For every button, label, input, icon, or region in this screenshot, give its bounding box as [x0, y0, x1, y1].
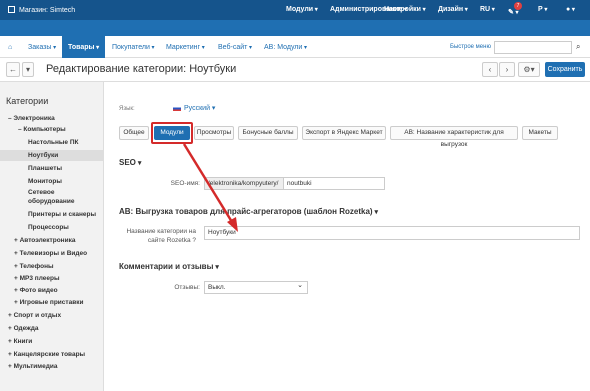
- sidebar-item-stationery[interactable]: + Канцелярские товары: [8, 351, 85, 358]
- tab-bonus-points[interactable]: Бонусные баллы: [238, 126, 298, 140]
- sidebar-heading: Категории: [6, 96, 49, 106]
- nav-ab-modules[interactable]: AB: Модули: [264, 44, 307, 51]
- quick-menu-link[interactable]: Быстрое меню: [450, 44, 491, 50]
- rozetka-name-input[interactable]: Ноутбуки: [204, 226, 580, 240]
- user-icon[interactable]: ●: [566, 6, 575, 13]
- menu-language[interactable]: RU: [480, 6, 495, 13]
- store-switcher[interactable]: Магазин: Simtech: [8, 6, 75, 14]
- sidebar-item-mp3[interactable]: + MP3 плееры: [14, 275, 60, 282]
- help-icon[interactable]: ?: [192, 237, 196, 244]
- title-bar: ← ▾ Редактирование категории: Ноутбуки ‹…: [0, 58, 590, 82]
- language-selector[interactable]: Русский ▾: [184, 104, 215, 112]
- sidebar-item-laptops[interactable]: Ноутбуки: [28, 152, 58, 159]
- sidebar-item-monitors[interactable]: Мониторы: [28, 178, 62, 185]
- tab-annotation-box: [151, 122, 193, 144]
- seo-section-header[interactable]: SEO: [119, 158, 141, 167]
- prev-button[interactable]: ‹: [482, 62, 498, 77]
- home-icon[interactable]: ⌂: [8, 44, 12, 51]
- sidebar-item-computers[interactable]: – Компьютеры: [18, 126, 66, 133]
- tab-layouts[interactable]: Макеты: [522, 126, 558, 140]
- sidebar-item-clothes[interactable]: + Одежда: [8, 325, 39, 332]
- nav-orders[interactable]: Заказы: [28, 44, 56, 51]
- save-button[interactable]: Сохранить: [545, 62, 585, 77]
- search-input[interactable]: [494, 41, 572, 54]
- tab-views[interactable]: Просмотры: [194, 126, 234, 140]
- menu-design[interactable]: Дизайн: [438, 6, 468, 13]
- language-label: Язык:: [119, 106, 135, 112]
- sidebar-item-auto[interactable]: + Автоэлектроника: [14, 237, 75, 244]
- next-button[interactable]: ›: [499, 62, 515, 77]
- nav-products[interactable]: Товары: [62, 36, 106, 58]
- russian-flag-icon: [173, 106, 181, 111]
- sidebar-item-multimedia[interactable]: + Мультимедиа: [8, 363, 57, 370]
- menu-currency[interactable]: Р: [538, 6, 547, 13]
- sidebar-item-sports[interactable]: + Спорт и отдых: [8, 312, 61, 319]
- sidebar: Категории – Электроника – Компьютеры Нас…: [0, 82, 104, 391]
- tab-ab-feature-names[interactable]: AB: Название характеристик для выгрузок: [390, 126, 518, 148]
- seo-path-prefix: /elektronika/kompyutery/: [204, 177, 284, 190]
- sidebar-item-desktops[interactable]: Настольные ПК: [28, 139, 79, 146]
- search-icon[interactable]: ⌕: [576, 42, 580, 52]
- back-dropdown-icon[interactable]: ▾: [22, 62, 34, 77]
- sidebar-item-electronics[interactable]: – Электроника: [8, 115, 55, 122]
- menu-settings[interactable]: Настройки: [384, 6, 426, 13]
- sidebar-item-books[interactable]: + Книги: [8, 338, 32, 345]
- nav-marketing[interactable]: Маркетинг: [166, 44, 205, 51]
- tab-yandex-export[interactable]: Экспорт в Яндекс Маркет: [302, 126, 386, 140]
- sidebar-item-tv[interactable]: + Телевизоры и Видео: [14, 250, 87, 257]
- sidebar-item-network-2[interactable]: оборудование: [28, 198, 74, 205]
- reviews-select[interactable]: Выкл.: [204, 280, 308, 294]
- gear-icon[interactable]: ⚙▾: [518, 62, 540, 77]
- rozetka-name-label-line2: сайте Rozetka ?: [147, 237, 196, 244]
- seo-name-input[interactable]: noutbuki: [283, 177, 385, 190]
- sidebar-item-processors[interactable]: Процессоры: [28, 224, 69, 231]
- rozetka-name-label-line1: Название категории на: [126, 228, 196, 235]
- tab-general[interactable]: Общее: [119, 126, 149, 140]
- notification-badge: 7: [514, 2, 522, 10]
- nav-customers[interactable]: Покупатели: [112, 44, 155, 51]
- reviews-label: Отзывы:: [174, 284, 200, 291]
- sidebar-item-printers[interactable]: Принтеры и сканеры: [28, 211, 96, 218]
- menu-modules[interactable]: Модули: [286, 6, 318, 13]
- store-icon: [8, 6, 15, 13]
- store-label: Магазин: Simtech: [19, 7, 76, 14]
- sidebar-item-photo[interactable]: + Фото видео: [14, 287, 58, 294]
- back-button[interactable]: ←: [6, 62, 20, 77]
- sidebar-item-phones[interactable]: + Телефоны: [14, 263, 54, 270]
- sidebar-item-tablets[interactable]: Планшеты: [28, 165, 62, 172]
- rozetka-section-header[interactable]: AB: Выгрузка товаров для прайс-агрегатор…: [119, 207, 378, 216]
- page-title: Редактирование категории: Ноутбуки: [46, 63, 237, 75]
- nav-website[interactable]: Веб-сайт: [218, 44, 252, 51]
- seo-name-label: SEO-имя:: [170, 180, 200, 187]
- comments-section-header[interactable]: Комментарии и отзывы: [119, 262, 219, 271]
- sidebar-item-network-1[interactable]: Сетевое: [28, 189, 55, 196]
- sidebar-item-consoles[interactable]: + Игровые приставки: [14, 299, 83, 306]
